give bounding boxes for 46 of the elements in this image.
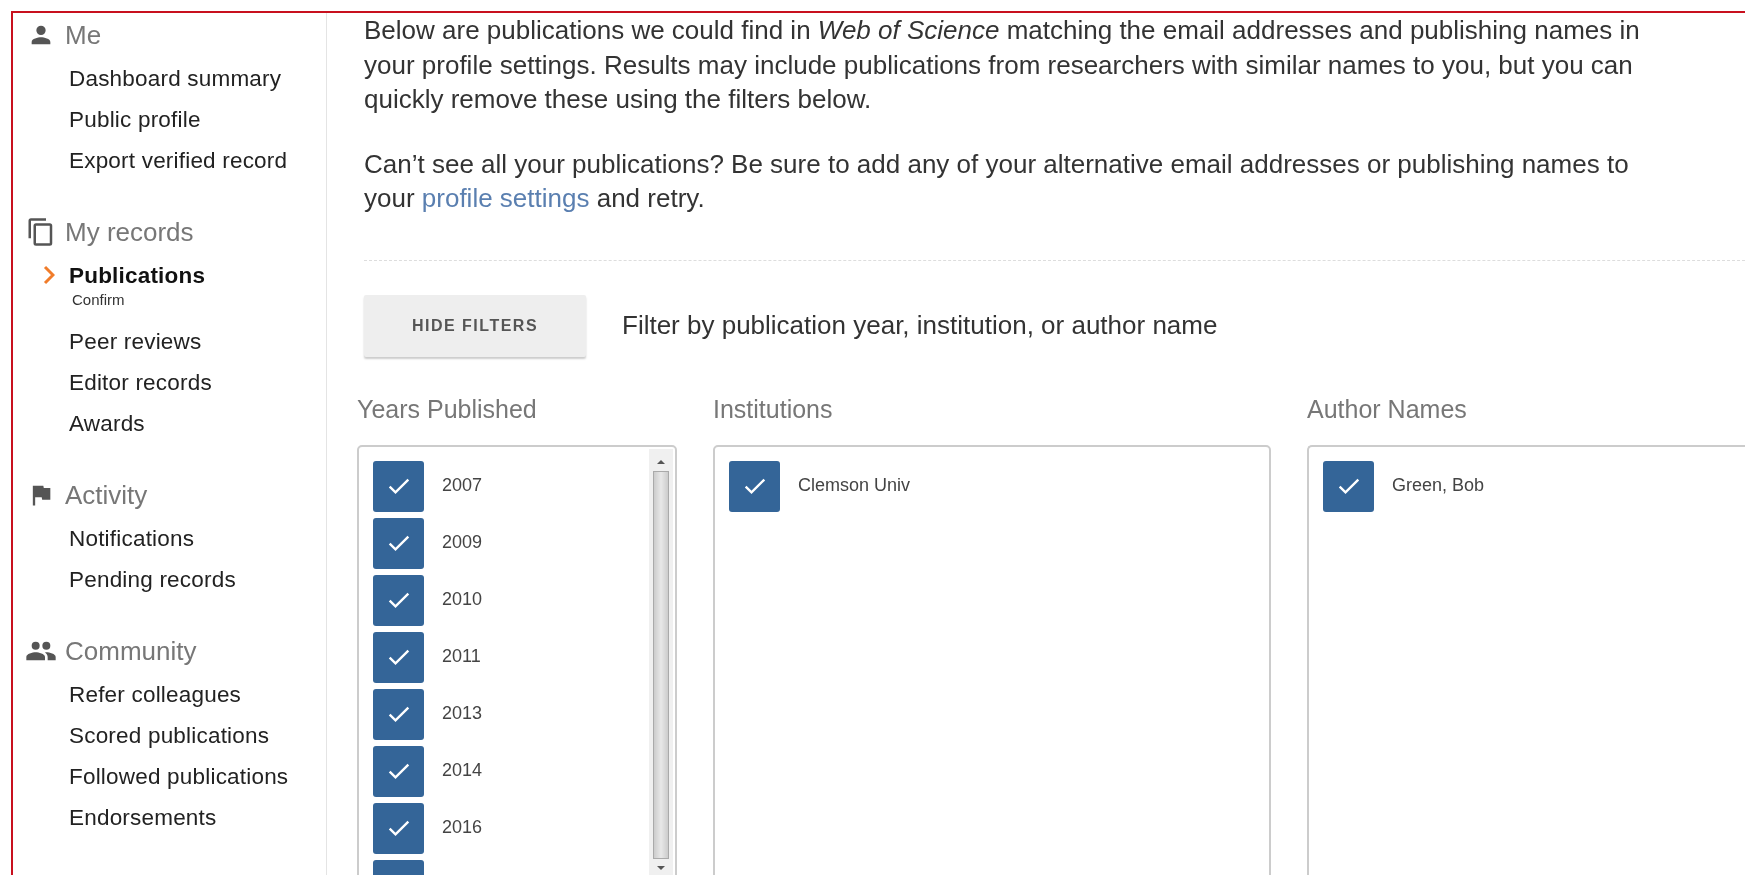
checkbox[interactable] bbox=[373, 802, 424, 854]
sidebar-item[interactable]: Editor records bbox=[69, 369, 212, 396]
option-label: 2009 bbox=[442, 531, 483, 553]
filter-description: Filter by publication year, institution, or author name bbox=[622, 310, 1218, 341]
section-title: Community bbox=[65, 635, 197, 667]
sidebar-item[interactable]: Publications bbox=[69, 262, 206, 289]
sidebar-item[interactable]: Endorsements bbox=[69, 804, 217, 831]
filter-title: Author Names bbox=[1307, 394, 1468, 425]
option-label: 2014 bbox=[442, 759, 483, 781]
sidebar-subitem[interactable]: Confirm bbox=[72, 291, 326, 308]
option-label: 2016 bbox=[442, 816, 483, 838]
filter-title: Institutions bbox=[713, 394, 834, 425]
scrollbar[interactable] bbox=[649, 448, 673, 875]
checkbox[interactable] bbox=[373, 631, 424, 683]
hint-text: Can’t see all your publications? Be sure to add any of your alternative email addresses or publishing names to your profile settings and retry. bbox=[364, 147, 1630, 215]
option-label: 2010 bbox=[442, 588, 483, 610]
section-title: Activity bbox=[65, 479, 148, 511]
checkbox[interactable] bbox=[373, 745, 424, 797]
sidebar-item[interactable]: Awards bbox=[69, 410, 145, 437]
checkbox[interactable] bbox=[729, 460, 780, 512]
intro-text: Below are publications we could find in Web of Science matching the email addresses and publishing names in your profile settings. Results may include publications from researchers with similar names to you, but you can quickly remove these using the filters below. bbox=[364, 14, 1641, 116]
sidebar-item[interactable]: Export verified record bbox=[69, 147, 288, 174]
chevron-icon bbox=[43, 265, 55, 285]
sidebar-item[interactable]: Notifications bbox=[69, 525, 195, 552]
checkbox[interactable] bbox=[373, 460, 424, 512]
sidebar-item[interactable]: Public profile bbox=[69, 106, 201, 133]
option-label: 2007 bbox=[442, 474, 483, 496]
sidebar-item[interactable]: Dashboard summary bbox=[69, 65, 282, 92]
profile-settings-link[interactable]: profile settings bbox=[421, 183, 590, 213]
option-label: 2013 bbox=[442, 702, 483, 724]
option-label: Green, Bob bbox=[1392, 474, 1485, 496]
sidebar-item[interactable]: Pending records bbox=[69, 566, 236, 593]
sidebar-item[interactable]: Scored publications bbox=[69, 722, 270, 749]
section-title: My records bbox=[65, 216, 194, 248]
sidebar-item[interactable]: Peer reviews bbox=[69, 328, 202, 355]
checkbox[interactable] bbox=[1323, 460, 1374, 512]
option-label: Clemson Univ bbox=[798, 474, 911, 496]
checkbox[interactable] bbox=[373, 688, 424, 740]
checkbox[interactable] bbox=[373, 574, 424, 626]
hide-filters-button[interactable]: HIDE FILTERS bbox=[364, 294, 586, 357]
sidebar-item[interactable]: Refer colleagues bbox=[69, 681, 242, 708]
filter-title: Years Published bbox=[357, 394, 538, 425]
section-title: Me bbox=[65, 19, 102, 51]
checkbox[interactable] bbox=[373, 517, 424, 569]
option-label: 2011 bbox=[442, 645, 481, 667]
sidebar-item[interactable]: Followed publications bbox=[69, 763, 289, 790]
